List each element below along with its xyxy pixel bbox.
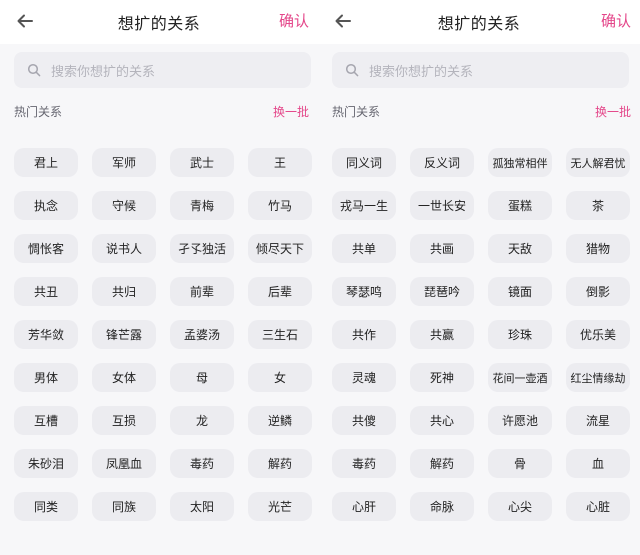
relation-tag[interactable]: 太阳 bbox=[170, 492, 234, 521]
relation-tag[interactable]: 执念 bbox=[14, 191, 78, 220]
section-title-hot: 热门关系 bbox=[14, 105, 63, 119]
relation-tag[interactable]: 共心 bbox=[410, 406, 474, 435]
relation-tag[interactable]: 孤独常相伴 bbox=[488, 148, 552, 177]
relation-tag[interactable]: 王 bbox=[248, 148, 312, 177]
relation-tag[interactable]: 死神 bbox=[410, 363, 474, 392]
relation-tag[interactable]: 军师 bbox=[92, 148, 156, 177]
relation-tag[interactable]: 同义词 bbox=[332, 148, 396, 177]
relation-tag[interactable]: 骨 bbox=[488, 449, 552, 478]
relation-tag[interactable]: 青梅 bbox=[170, 191, 234, 220]
relation-tag[interactable]: 光芒 bbox=[248, 492, 312, 521]
relation-tag[interactable]: 锋芒露 bbox=[92, 320, 156, 349]
relation-tag[interactable]: 琴瑟鸣 bbox=[332, 277, 396, 306]
relation-tag[interactable]: 血 bbox=[566, 449, 630, 478]
relation-tag[interactable]: 优乐美 bbox=[566, 320, 630, 349]
relation-tag[interactable]: 守候 bbox=[92, 191, 156, 220]
relation-tag[interactable]: 解药 bbox=[410, 449, 474, 478]
top-bar: 想扩的关系 确认 bbox=[0, 0, 318, 44]
relation-tag[interactable]: 说书人 bbox=[92, 234, 156, 263]
relation-tag[interactable]: 三生石 bbox=[248, 320, 312, 349]
search-placeholder: 搜索你想扩的关系 bbox=[369, 65, 474, 80]
relation-tag[interactable]: 戎马一生 bbox=[332, 191, 396, 220]
relation-tag[interactable]: 互槽 bbox=[14, 406, 78, 435]
relation-tag[interactable]: 无人解君忧 bbox=[566, 148, 630, 177]
relation-tag[interactable]: 茶 bbox=[566, 191, 630, 220]
top-bar: 想扩的关系 确认 bbox=[318, 0, 640, 44]
confirm-button[interactable]: 确认 bbox=[601, 10, 631, 31]
relation-tag[interactable]: 前辈 bbox=[170, 277, 234, 306]
relation-tag[interactable]: 共归 bbox=[92, 277, 156, 306]
relation-tag[interactable]: 心脏 bbox=[566, 492, 630, 521]
relation-tag[interactable]: 芳华敛 bbox=[14, 320, 78, 349]
relation-tag[interactable]: 同类 bbox=[14, 492, 78, 521]
search-placeholder: 搜索你想扩的关系 bbox=[51, 65, 156, 80]
relation-tag[interactable]: 女体 bbox=[92, 363, 156, 392]
refresh-button[interactable]: 换一批 bbox=[273, 103, 309, 120]
relation-tag[interactable]: 共傻 bbox=[332, 406, 396, 435]
relation-tag[interactable]: 镜面 bbox=[488, 277, 552, 306]
relation-tag[interactable]: 母 bbox=[170, 363, 234, 392]
relation-tag[interactable]: 珍珠 bbox=[488, 320, 552, 349]
relation-picker-panel-left: 想扩的关系 确认 搜索你想扩的关系 热门关系 换一批 君上 军师 武士王执念 守候 青梅… bbox=[0, 0, 318, 555]
relation-tag[interactable]: 许愿池 bbox=[488, 406, 552, 435]
relation-tag[interactable]: 武士 bbox=[170, 148, 234, 177]
relation-tag[interactable]: 共作 bbox=[332, 320, 396, 349]
relation-tag[interactable]: 后辈 bbox=[248, 277, 312, 306]
relation-tag[interactable]: 倒影 bbox=[566, 277, 630, 306]
page-title: 想扩的关系 bbox=[117, 14, 201, 33]
relation-tag[interactable]: 互损 bbox=[92, 406, 156, 435]
relation-tag[interactable]: 君上 bbox=[14, 148, 78, 177]
relation-tag[interactable]: 天敌 bbox=[488, 234, 552, 263]
refresh-button[interactable]: 换一批 bbox=[595, 103, 631, 120]
page-title: 想扩的关系 bbox=[437, 14, 521, 33]
relation-tag[interactable]: 竹马 bbox=[248, 191, 312, 220]
relation-tag[interactable]: 共画 bbox=[410, 234, 474, 263]
relation-tag[interactable]: 一世长安 bbox=[410, 191, 474, 220]
relation-tag[interactable]: 孟婆汤 bbox=[170, 320, 234, 349]
relation-tag[interactable]: 红尘情缘劫 bbox=[566, 363, 630, 392]
relation-picker-panel-right: 想扩的关系 确认 搜索你想扩的关系 热门关系 换一批 同义词 反义词 孤独常相伴 无人… bbox=[318, 0, 640, 555]
relation-tag[interactable]: 花间一壶酒 bbox=[488, 363, 552, 392]
relation-tag[interactable]: 命脉 bbox=[410, 492, 474, 521]
relation-tag[interactable]: 男体 bbox=[14, 363, 78, 392]
search-input[interactable]: 搜索你想扩的关系 bbox=[332, 52, 629, 88]
relation-tag[interactable]: 共丑 bbox=[14, 277, 78, 306]
relation-tag[interactable]: 凤凰血 bbox=[92, 449, 156, 478]
section-title-hot: 热门关系 bbox=[332, 105, 381, 119]
relation-tag[interactable]: 反义词 bbox=[410, 148, 474, 177]
relation-tag[interactable]: 朱砂泪 bbox=[14, 449, 78, 478]
relation-tag[interactable]: 心尖 bbox=[488, 492, 552, 521]
relation-tag[interactable]: 解药 bbox=[248, 449, 312, 478]
relation-tag[interactable]: 蛋糕 bbox=[488, 191, 552, 220]
relation-tag[interactable]: 同族 bbox=[92, 492, 156, 521]
relation-tag[interactable]: 猎物 bbox=[566, 234, 630, 263]
relation-tag[interactable]: 流星 bbox=[566, 406, 630, 435]
relation-tag[interactable]: 共赢 bbox=[410, 320, 474, 349]
relation-tag[interactable]: 龙 bbox=[170, 406, 234, 435]
relation-tag[interactable]: 逆鳞 bbox=[248, 406, 312, 435]
search-icon bbox=[27, 63, 41, 77]
tag-grid: 同义词 反义词 孤独常相伴 无人解君忧戎马一生 一世长安 蛋糕茶共单 共画 天敌 猎物琴瑟鸣 琵琶… bbox=[332, 148, 632, 521]
relation-tag[interactable]: 共单 bbox=[332, 234, 396, 263]
confirm-button[interactable]: 确认 bbox=[279, 10, 309, 31]
relation-tag[interactable]: 孑孓独活 bbox=[170, 234, 234, 263]
relation-tag[interactable]: 倾尽天下 bbox=[248, 234, 312, 263]
relation-tag[interactable]: 毒药 bbox=[170, 449, 234, 478]
search-input[interactable]: 搜索你想扩的关系 bbox=[14, 52, 311, 88]
tag-grid: 君上 军师 武士王执念 守候 青梅 竹马惆怅客 说书人 孑孓独活 倾尽天下共丑 共归 前辈 后辈芳华敛… bbox=[14, 148, 314, 521]
relation-tag[interactable]: 琵琶吟 bbox=[410, 277, 474, 306]
screenshot: 想扩的关系 确认 搜索你想扩的关系 热门关系 换一批 君上 军师 武士王执念 守候 青梅… bbox=[0, 0, 640, 555]
relation-tag[interactable]: 毒药 bbox=[332, 449, 396, 478]
relation-tag[interactable]: 女 bbox=[248, 363, 312, 392]
relation-tag[interactable]: 灵魂 bbox=[332, 363, 396, 392]
relation-tag[interactable]: 惆怅客 bbox=[14, 234, 78, 263]
search-icon bbox=[345, 63, 359, 77]
relation-tag[interactable]: 心肝 bbox=[332, 492, 396, 521]
